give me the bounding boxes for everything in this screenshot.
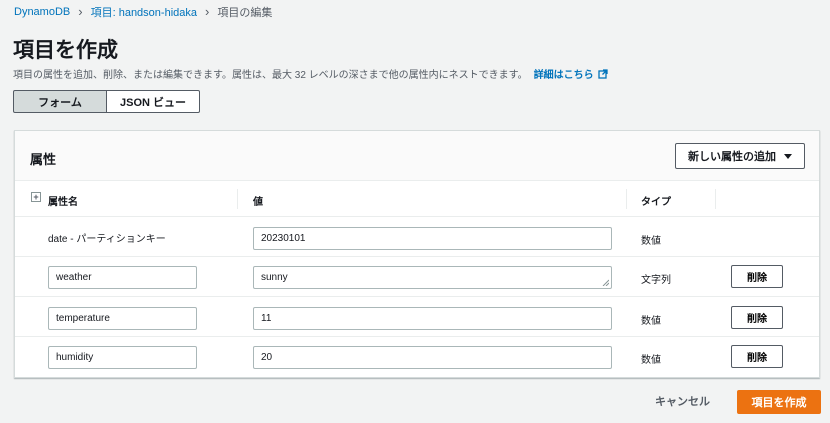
value-text: sunny (261, 272, 288, 283)
delete-button[interactable]: 削除 (731, 306, 783, 329)
value-textarea[interactable]: sunny (253, 266, 612, 289)
type-label: 文字列 (641, 275, 671, 286)
table-row: humidity 20 数値 削除 (15, 337, 819, 377)
breadcrumb-current: 項目の編集 (217, 7, 273, 19)
breadcrumb: DynamoDB › 項目: handson-hidaka › 項目の編集 (14, 4, 273, 20)
column-divider (715, 189, 716, 209)
expand-icon[interactable]: + (31, 192, 41, 202)
description-text: 項目の属性を追加、削除、または編集できます。属性は、最大 32 レベルの深さまで… (13, 70, 528, 81)
column-divider (237, 189, 238, 209)
page-description: 項目の属性を追加、削除、または編集できます。属性は、最大 32 レベルの深さまで… (13, 66, 608, 81)
type-label: 数値 (641, 355, 661, 366)
form-view-button[interactable]: フォーム (13, 90, 107, 113)
breadcrumb-dynamodb[interactable]: DynamoDB (14, 6, 70, 18)
attribute-name-input[interactable]: temperature (48, 307, 197, 330)
attribute-name-input[interactable]: weather (48, 266, 197, 289)
table-row: temperature 11 数値 削除 (15, 297, 819, 337)
type-label: 数値 (641, 316, 661, 327)
panel-title: 属性 (30, 152, 57, 167)
resize-grip-icon[interactable] (602, 279, 609, 286)
value-input[interactable]: 20230101 (253, 227, 612, 250)
table-header: + 属性名 値 タイプ (15, 181, 819, 217)
chevron-right-icon: › (205, 4, 210, 19)
delete-button[interactable]: 削除 (731, 265, 783, 288)
chevron-right-icon: › (78, 4, 83, 19)
create-item-button[interactable]: 項目を作成 (737, 390, 821, 414)
view-toggle: フォーム JSON ビュー (13, 90, 200, 113)
type-label: 数値 (641, 236, 661, 247)
attribute-name-input[interactable]: humidity (48, 346, 197, 369)
partition-key-name: date - パーティションキー (48, 234, 166, 245)
value-input[interactable]: 11 (253, 307, 612, 330)
column-header-name: 属性名 (48, 197, 78, 208)
add-attribute-label: 新しい属性の追加 (688, 151, 776, 163)
caret-down-icon (784, 153, 792, 159)
breadcrumb-item-table[interactable]: 項目: handson-hidaka (91, 4, 197, 20)
page-title: 項目を作成 (13, 39, 118, 62)
table-row: date - パーティションキー 20230101 数値 (15, 217, 819, 257)
cancel-button[interactable]: キャンセル (655, 393, 710, 409)
panel-header: 属性 新しい属性の追加 (15, 131, 819, 181)
learn-more-link[interactable]: 詳細はこちら (534, 66, 594, 81)
column-header-type: タイプ (641, 197, 671, 208)
delete-button[interactable]: 削除 (731, 345, 783, 368)
attributes-panel: 属性 新しい属性の追加 + 属性名 値 タイプ date - パーティションキー… (14, 130, 820, 378)
external-link-icon[interactable] (598, 68, 608, 79)
json-view-button[interactable]: JSON ビュー (107, 90, 200, 113)
table-row: weather sunny 文字列 削除 (15, 257, 819, 297)
add-attribute-button[interactable]: 新しい属性の追加 (675, 143, 805, 169)
column-header-value: 値 (253, 197, 263, 208)
column-divider (626, 189, 627, 209)
value-input[interactable]: 20 (253, 346, 612, 369)
